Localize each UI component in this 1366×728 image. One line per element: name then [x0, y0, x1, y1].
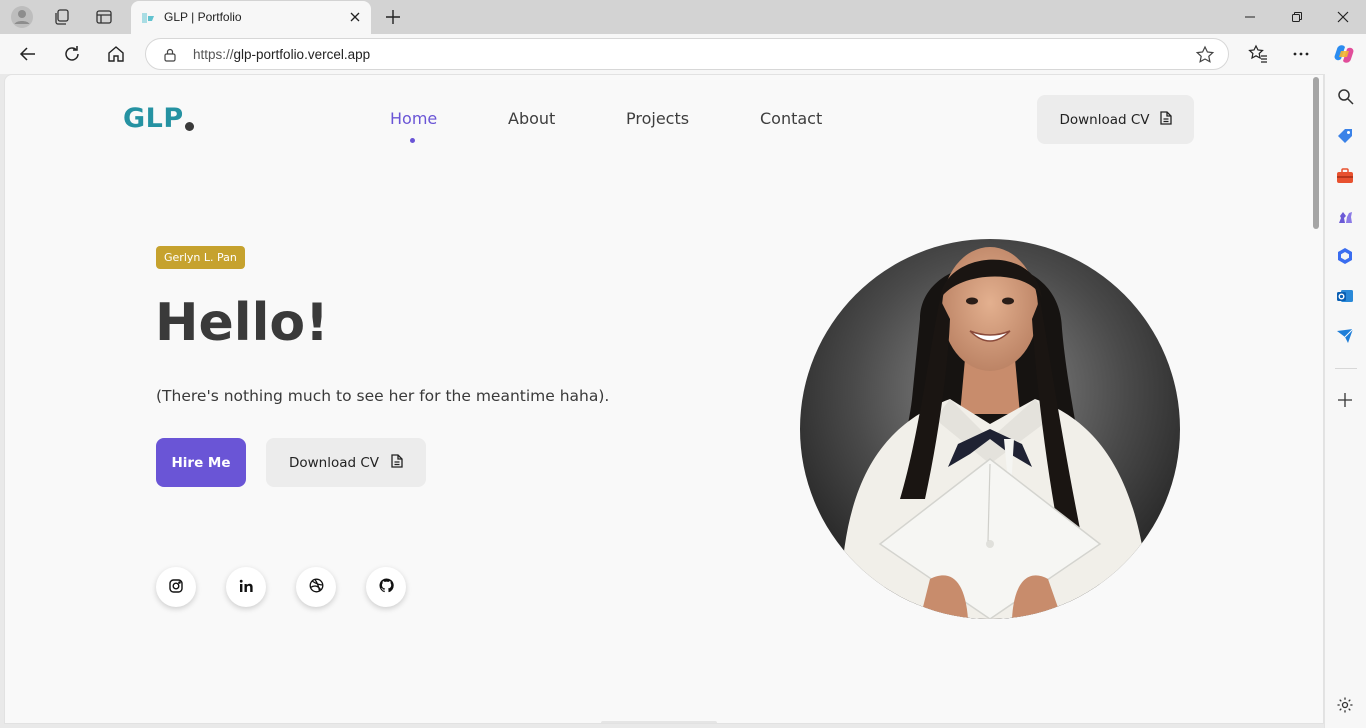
- close-window-icon[interactable]: [1331, 5, 1355, 29]
- tab-actions-icon[interactable]: [92, 5, 116, 29]
- header-download-cv-label: Download CV: [1059, 111, 1150, 128]
- hero-tagline: (There's nothing much to see her for the…: [156, 387, 610, 405]
- download-cv-label: Download CV: [288, 454, 380, 471]
- nav-contact[interactable]: Contact: [760, 109, 822, 128]
- page-viewport: GLP Home About Projects Contact Download…: [4, 74, 1324, 724]
- workspaces-icon[interactable]: [50, 5, 74, 29]
- tab-strip: GLP | Portfolio: [0, 0, 1366, 34]
- site-favicon-icon: [140, 10, 156, 26]
- tools-briefcase-icon[interactable]: [1335, 166, 1355, 186]
- more-menu-icon[interactable]: [1288, 41, 1314, 67]
- site-logo[interactable]: GLP: [123, 103, 184, 134]
- dribbble-icon: [309, 578, 324, 597]
- nav-about[interactable]: About: [508, 109, 555, 128]
- shopping-tag-icon[interactable]: [1335, 126, 1355, 146]
- github-link[interactable]: [366, 567, 406, 607]
- minimize-icon[interactable]: [1238, 5, 1262, 29]
- favorites-icon[interactable]: [1245, 41, 1271, 67]
- sidebar-divider: [1335, 368, 1357, 369]
- close-tab-icon[interactable]: [347, 9, 363, 25]
- url-host: glp-portfolio.vercel.app: [233, 47, 371, 62]
- profile-photo: [800, 239, 1180, 619]
- scrollbar-thumb[interactable]: [1313, 77, 1319, 229]
- linkedin-link[interactable]: [226, 567, 266, 607]
- url-text: https://glp-portfolio.vercel.app: [193, 47, 370, 62]
- scroll-hint: [601, 721, 717, 723]
- document-icon: [391, 453, 403, 472]
- new-tab-icon[interactable]: [382, 6, 404, 28]
- add-sidebar-app-icon[interactable]: [1335, 390, 1355, 410]
- active-tab[interactable]: GLP | Portfolio: [131, 1, 371, 34]
- games-chess-icon[interactable]: [1335, 206, 1355, 226]
- download-cv-button[interactable]: Download CV: [266, 438, 426, 487]
- restore-icon[interactable]: [1285, 5, 1309, 29]
- page-scrollbar[interactable]: [1311, 75, 1321, 723]
- microsoft-365-icon[interactable]: [1335, 246, 1355, 266]
- favorite-star-icon[interactable]: [1195, 45, 1215, 65]
- edge-sidebar: [1324, 74, 1366, 728]
- outlook-icon[interactable]: [1335, 286, 1355, 306]
- instagram-link[interactable]: [156, 567, 196, 607]
- profile-avatar-icon[interactable]: [10, 5, 34, 29]
- nav-home[interactable]: Home: [390, 109, 437, 128]
- home-icon[interactable]: [103, 41, 129, 67]
- logo-dot: [185, 122, 194, 131]
- back-icon[interactable]: [15, 41, 41, 67]
- send-icon[interactable]: [1335, 326, 1355, 346]
- lock-icon[interactable]: [163, 47, 177, 62]
- browser-toolbar: https://glp-portfolio.vercel.app: [0, 34, 1366, 74]
- name-badge: Gerlyn L. Pan: [156, 246, 245, 269]
- copilot-icon[interactable]: [1331, 41, 1357, 67]
- hire-me-button[interactable]: Hire Me: [156, 438, 246, 487]
- nav-active-indicator: [410, 138, 415, 143]
- search-icon[interactable]: [1335, 86, 1355, 106]
- linkedin-icon: [239, 578, 254, 597]
- hero-greeting: Hello!: [155, 293, 329, 353]
- tab-title: GLP | Portfolio: [164, 10, 242, 24]
- dribbble-link[interactable]: [296, 567, 336, 607]
- instagram-icon: [169, 578, 183, 597]
- sidebar-settings-icon[interactable]: [1335, 695, 1355, 715]
- address-bar[interactable]: https://glp-portfolio.vercel.app: [145, 38, 1229, 70]
- nav-projects[interactable]: Projects: [626, 109, 689, 128]
- refresh-icon[interactable]: [59, 41, 85, 67]
- github-icon: [378, 577, 394, 597]
- document-icon: [1159, 110, 1172, 129]
- header-download-cv-button[interactable]: Download CV: [1037, 95, 1194, 144]
- url-protocol: https://: [193, 47, 234, 62]
